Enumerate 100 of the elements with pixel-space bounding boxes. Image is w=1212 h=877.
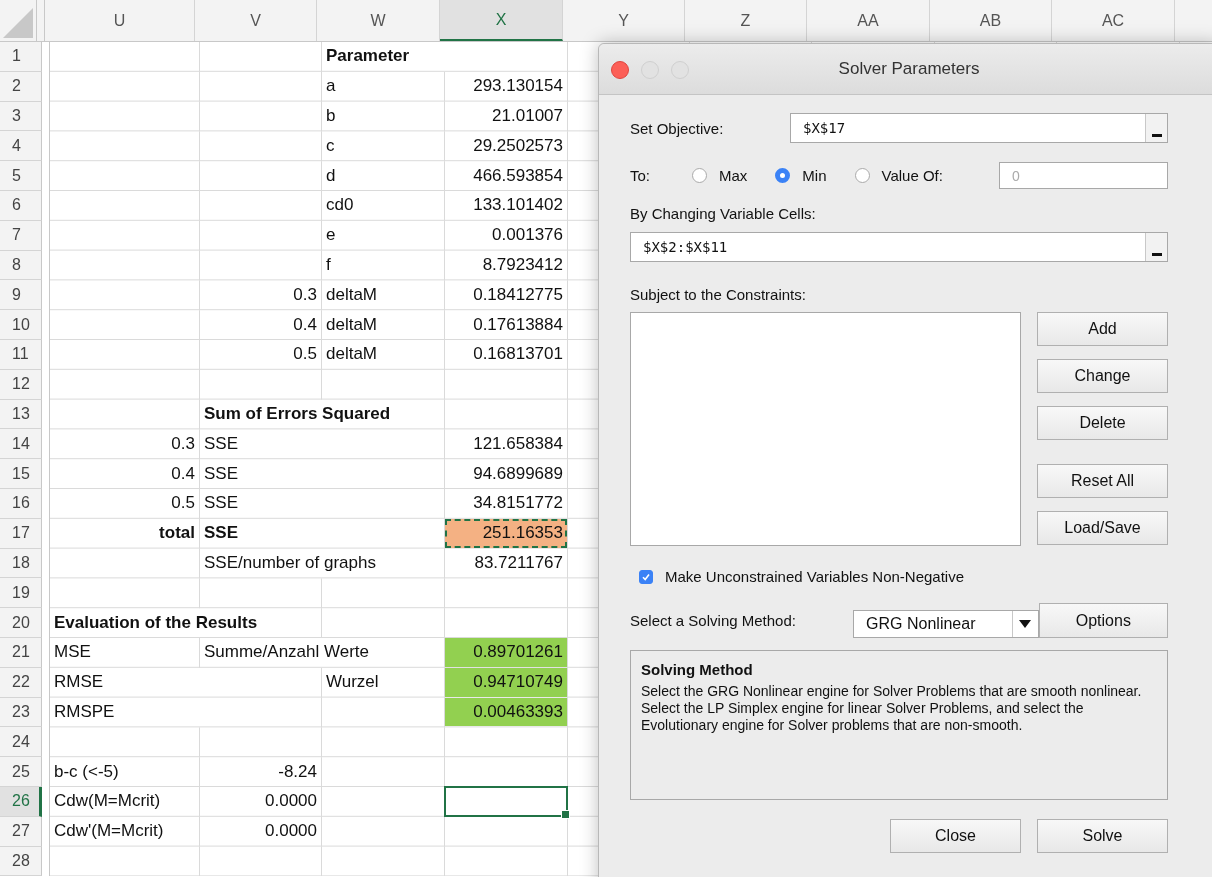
column-header[interactable]: X xyxy=(440,0,563,41)
table-cell[interactable]: total xyxy=(50,518,199,548)
table-cell[interactable]: 94.6899689 xyxy=(445,459,567,488)
table-cell[interactable]: SSE xyxy=(200,518,444,548)
table-cell[interactable]: SSE xyxy=(200,488,444,518)
table-cell[interactable]: Parameter xyxy=(322,42,567,71)
table-cell[interactable]: 0.3 xyxy=(50,429,199,459)
column-header[interactable]: V xyxy=(195,0,317,41)
table-cell[interactable]: e xyxy=(322,220,444,250)
objective-field[interactable]: $X$17 xyxy=(790,113,1168,143)
row-header[interactable]: 16 xyxy=(0,488,42,519)
row-header[interactable]: 2 xyxy=(0,71,42,102)
table-cell[interactable]: SSE/number of graphs xyxy=(200,548,444,578)
collapse-icon[interactable] xyxy=(1145,114,1167,142)
table-cell[interactable]: RMSPE xyxy=(50,697,321,727)
table-cell[interactable]: 0.89701261 xyxy=(445,637,567,667)
dialog-button[interactable]: Close xyxy=(890,819,1021,853)
method-dropdown[interactable]: GRG Nonlinear xyxy=(853,609,1039,638)
row-header[interactable]: 10 xyxy=(0,310,42,340)
table-cell[interactable]: 466.593854 xyxy=(445,161,567,190)
table-cell[interactable]: 0.0000 xyxy=(200,786,321,816)
row-header[interactable]: 21 xyxy=(0,637,42,668)
table-cell[interactable]: 0.18412775 xyxy=(445,280,567,310)
table-cell[interactable]: -8.24 xyxy=(200,757,321,786)
close-icon[interactable] xyxy=(611,61,629,79)
dialog-button[interactable]: Add xyxy=(1037,312,1168,346)
table-cell[interactable]: 0.17613884 xyxy=(445,310,567,339)
table-cell[interactable]: deltaM xyxy=(322,280,444,310)
table-cell[interactable]: Summe/Anzahl Werte xyxy=(200,637,444,667)
row-header[interactable]: 27 xyxy=(0,816,42,847)
row-header[interactable]: 17 xyxy=(0,518,42,549)
table-cell[interactable]: f xyxy=(322,250,444,280)
dialog-button[interactable]: Delete xyxy=(1037,406,1168,440)
checkbox-label[interactable]: Make Unconstrained Variables Non-Negative xyxy=(665,568,965,585)
table-cell[interactable]: b xyxy=(322,101,444,131)
table-cell[interactable]: RMSE xyxy=(50,667,321,697)
table-cell[interactable]: deltaM xyxy=(322,339,444,369)
row-header[interactable]: 22 xyxy=(0,667,42,698)
table-cell[interactable]: 0.0000 xyxy=(200,816,321,846)
table-cell[interactable] xyxy=(444,785,568,817)
row-header[interactable]: 26 xyxy=(0,786,42,817)
table-cell[interactable]: b-c (<-5) xyxy=(50,757,199,786)
table-cell[interactable]: 0.5 xyxy=(50,488,199,518)
column-header[interactable]: AC xyxy=(1052,0,1175,41)
table-cell[interactable]: 34.8151772 xyxy=(445,488,567,518)
collapse-icon[interactable] xyxy=(1145,233,1167,261)
table-cell[interactable]: 0.00463393 xyxy=(445,697,567,727)
options-button[interactable]: Options xyxy=(1038,603,1168,638)
table-cell[interactable]: 29.2502573 xyxy=(445,131,567,161)
row-header[interactable]: 4 xyxy=(0,131,42,162)
row-header[interactable]: 20 xyxy=(0,608,42,638)
table-cell[interactable]: Cdw'(M=Mcrit) xyxy=(50,816,199,846)
table-cell[interactable]: a xyxy=(322,71,444,101)
table-cell[interactable]: 133.101402 xyxy=(445,191,567,220)
column-header[interactable]: AA xyxy=(807,0,930,41)
table-cell[interactable]: SSE xyxy=(200,429,444,459)
table-cell[interactable]: 0.001376 xyxy=(445,220,567,250)
table-cell[interactable]: 293.130154 xyxy=(445,71,567,101)
row-header[interactable]: 18 xyxy=(0,548,42,579)
fill-handle[interactable] xyxy=(561,809,570,819)
row-header[interactable]: 6 xyxy=(0,191,42,221)
table-cell[interactable]: 0.16813701 xyxy=(445,339,567,369)
table-cell[interactable]: 251.16353 xyxy=(445,518,567,548)
table-cell[interactable]: 121.658384 xyxy=(445,429,567,459)
row-header[interactable]: 19 xyxy=(0,578,42,609)
table-cell[interactable]: cd0 xyxy=(322,191,444,220)
row-header[interactable]: 3 xyxy=(0,101,42,132)
table-cell[interactable]: deltaM xyxy=(322,310,444,339)
table-cell[interactable]: c xyxy=(322,131,444,161)
table-cell[interactable]: Cdw(M=Mcrit) xyxy=(50,786,199,816)
row-header[interactable]: 15 xyxy=(0,459,42,489)
table-cell[interactable]: Wurzel xyxy=(322,667,444,697)
table-cell[interactable]: 21.01007 xyxy=(445,101,567,131)
table-cell[interactable]: MSE xyxy=(50,637,199,667)
variable-cells-field[interactable]: $X$2:$X$11 xyxy=(630,232,1168,262)
column-header[interactable]: U xyxy=(45,0,195,41)
row-header[interactable]: 1 xyxy=(0,42,42,72)
table-cell[interactable]: 0.3 xyxy=(200,280,321,310)
table-cell[interactable]: 0.4 xyxy=(200,310,321,339)
row-header[interactable]: 8 xyxy=(0,250,42,281)
row-header[interactable]: 14 xyxy=(0,429,42,460)
table-cell[interactable]: 0.4 xyxy=(50,459,199,488)
column-header[interactable]: Z xyxy=(685,0,807,41)
dialog-button[interactable]: Solve xyxy=(1037,819,1168,853)
table-cell[interactable]: 8.7923412 xyxy=(445,250,567,280)
row-header[interactable]: 11 xyxy=(0,339,42,370)
table-cell[interactable]: d xyxy=(322,161,444,190)
dialog-button[interactable]: Load/Save xyxy=(1037,511,1168,545)
table-cell[interactable]: 83.7211767 xyxy=(445,548,567,578)
row-header[interactable]: 5 xyxy=(0,161,42,191)
row-header[interactable]: 7 xyxy=(0,220,42,251)
column-header[interactable]: AB xyxy=(930,0,1052,41)
column-header[interactable]: Y xyxy=(563,0,685,41)
row-header[interactable]: 28 xyxy=(0,846,42,877)
row-header[interactable]: 13 xyxy=(0,399,42,430)
row-header[interactable]: 9 xyxy=(0,280,42,311)
table-cell[interactable]: 0.94710749 xyxy=(445,667,567,697)
dialog-button[interactable]: Change xyxy=(1037,359,1168,393)
row-header[interactable]: 25 xyxy=(0,757,42,787)
table-cell[interactable]: SSE xyxy=(200,459,444,488)
